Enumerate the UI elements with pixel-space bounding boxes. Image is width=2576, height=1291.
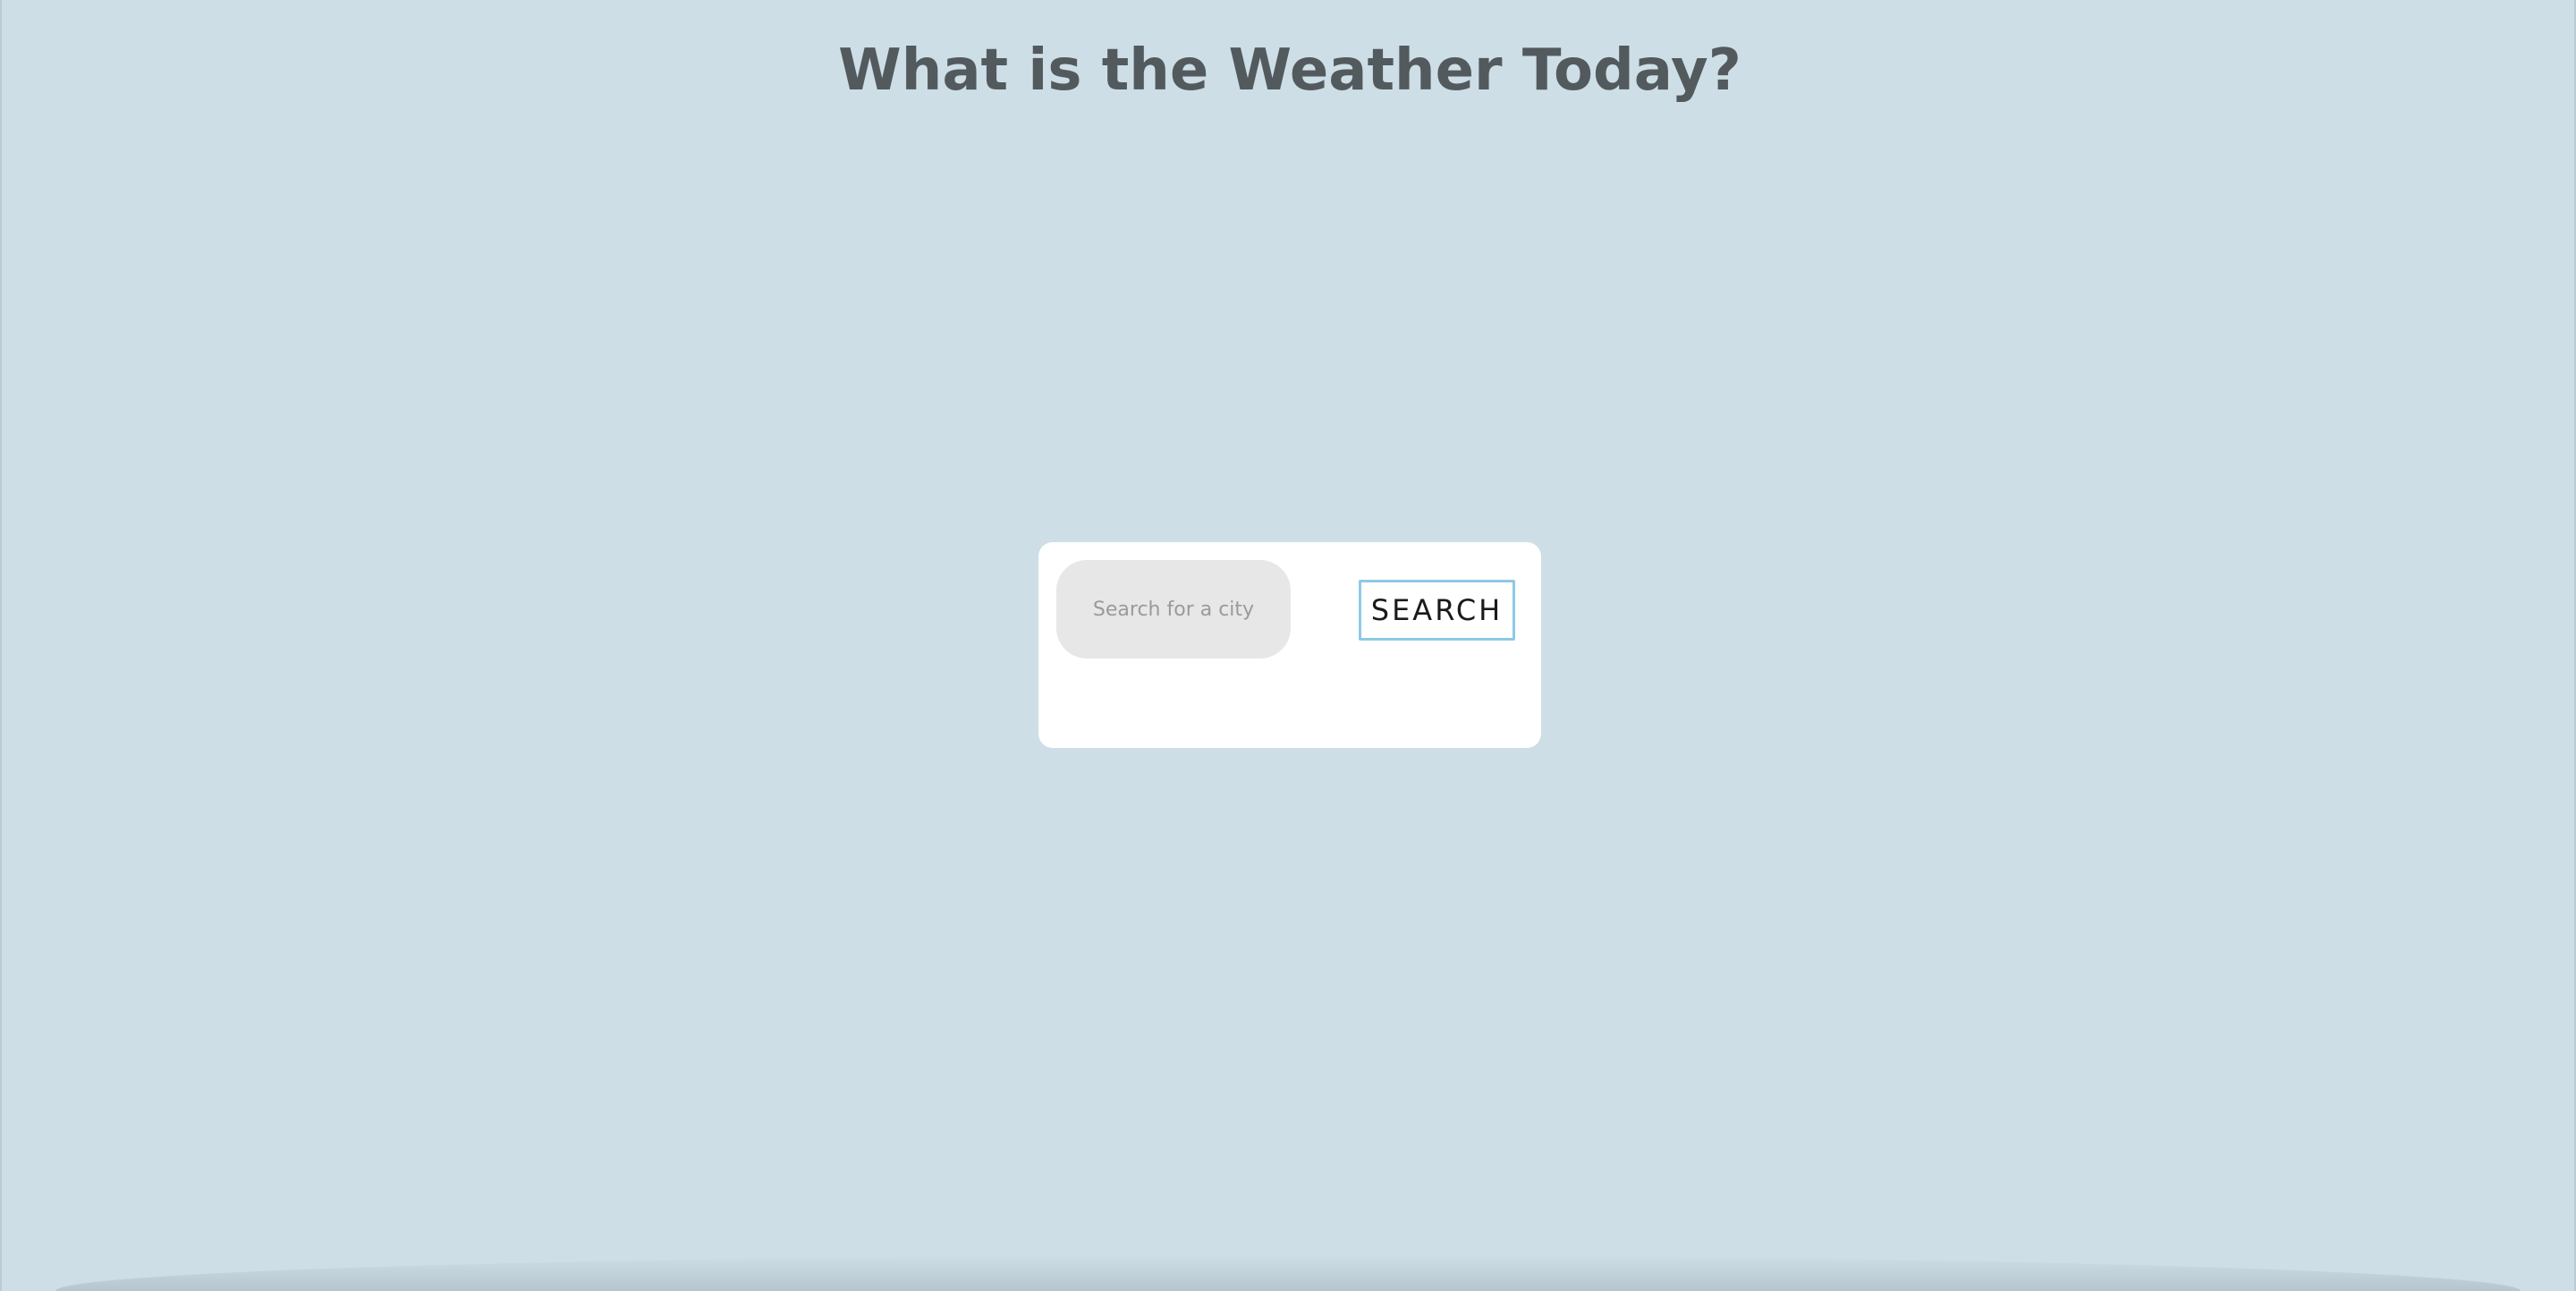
bottom-shadow xyxy=(55,1255,2521,1291)
page: What is the Weather Today? SEARCH xyxy=(0,0,2576,1291)
city-search-input[interactable] xyxy=(1056,560,1291,658)
search-card: SEARCH xyxy=(1038,542,1541,748)
page-title: What is the Weather Today? xyxy=(838,38,1741,104)
search-button[interactable]: SEARCH xyxy=(1359,580,1515,641)
